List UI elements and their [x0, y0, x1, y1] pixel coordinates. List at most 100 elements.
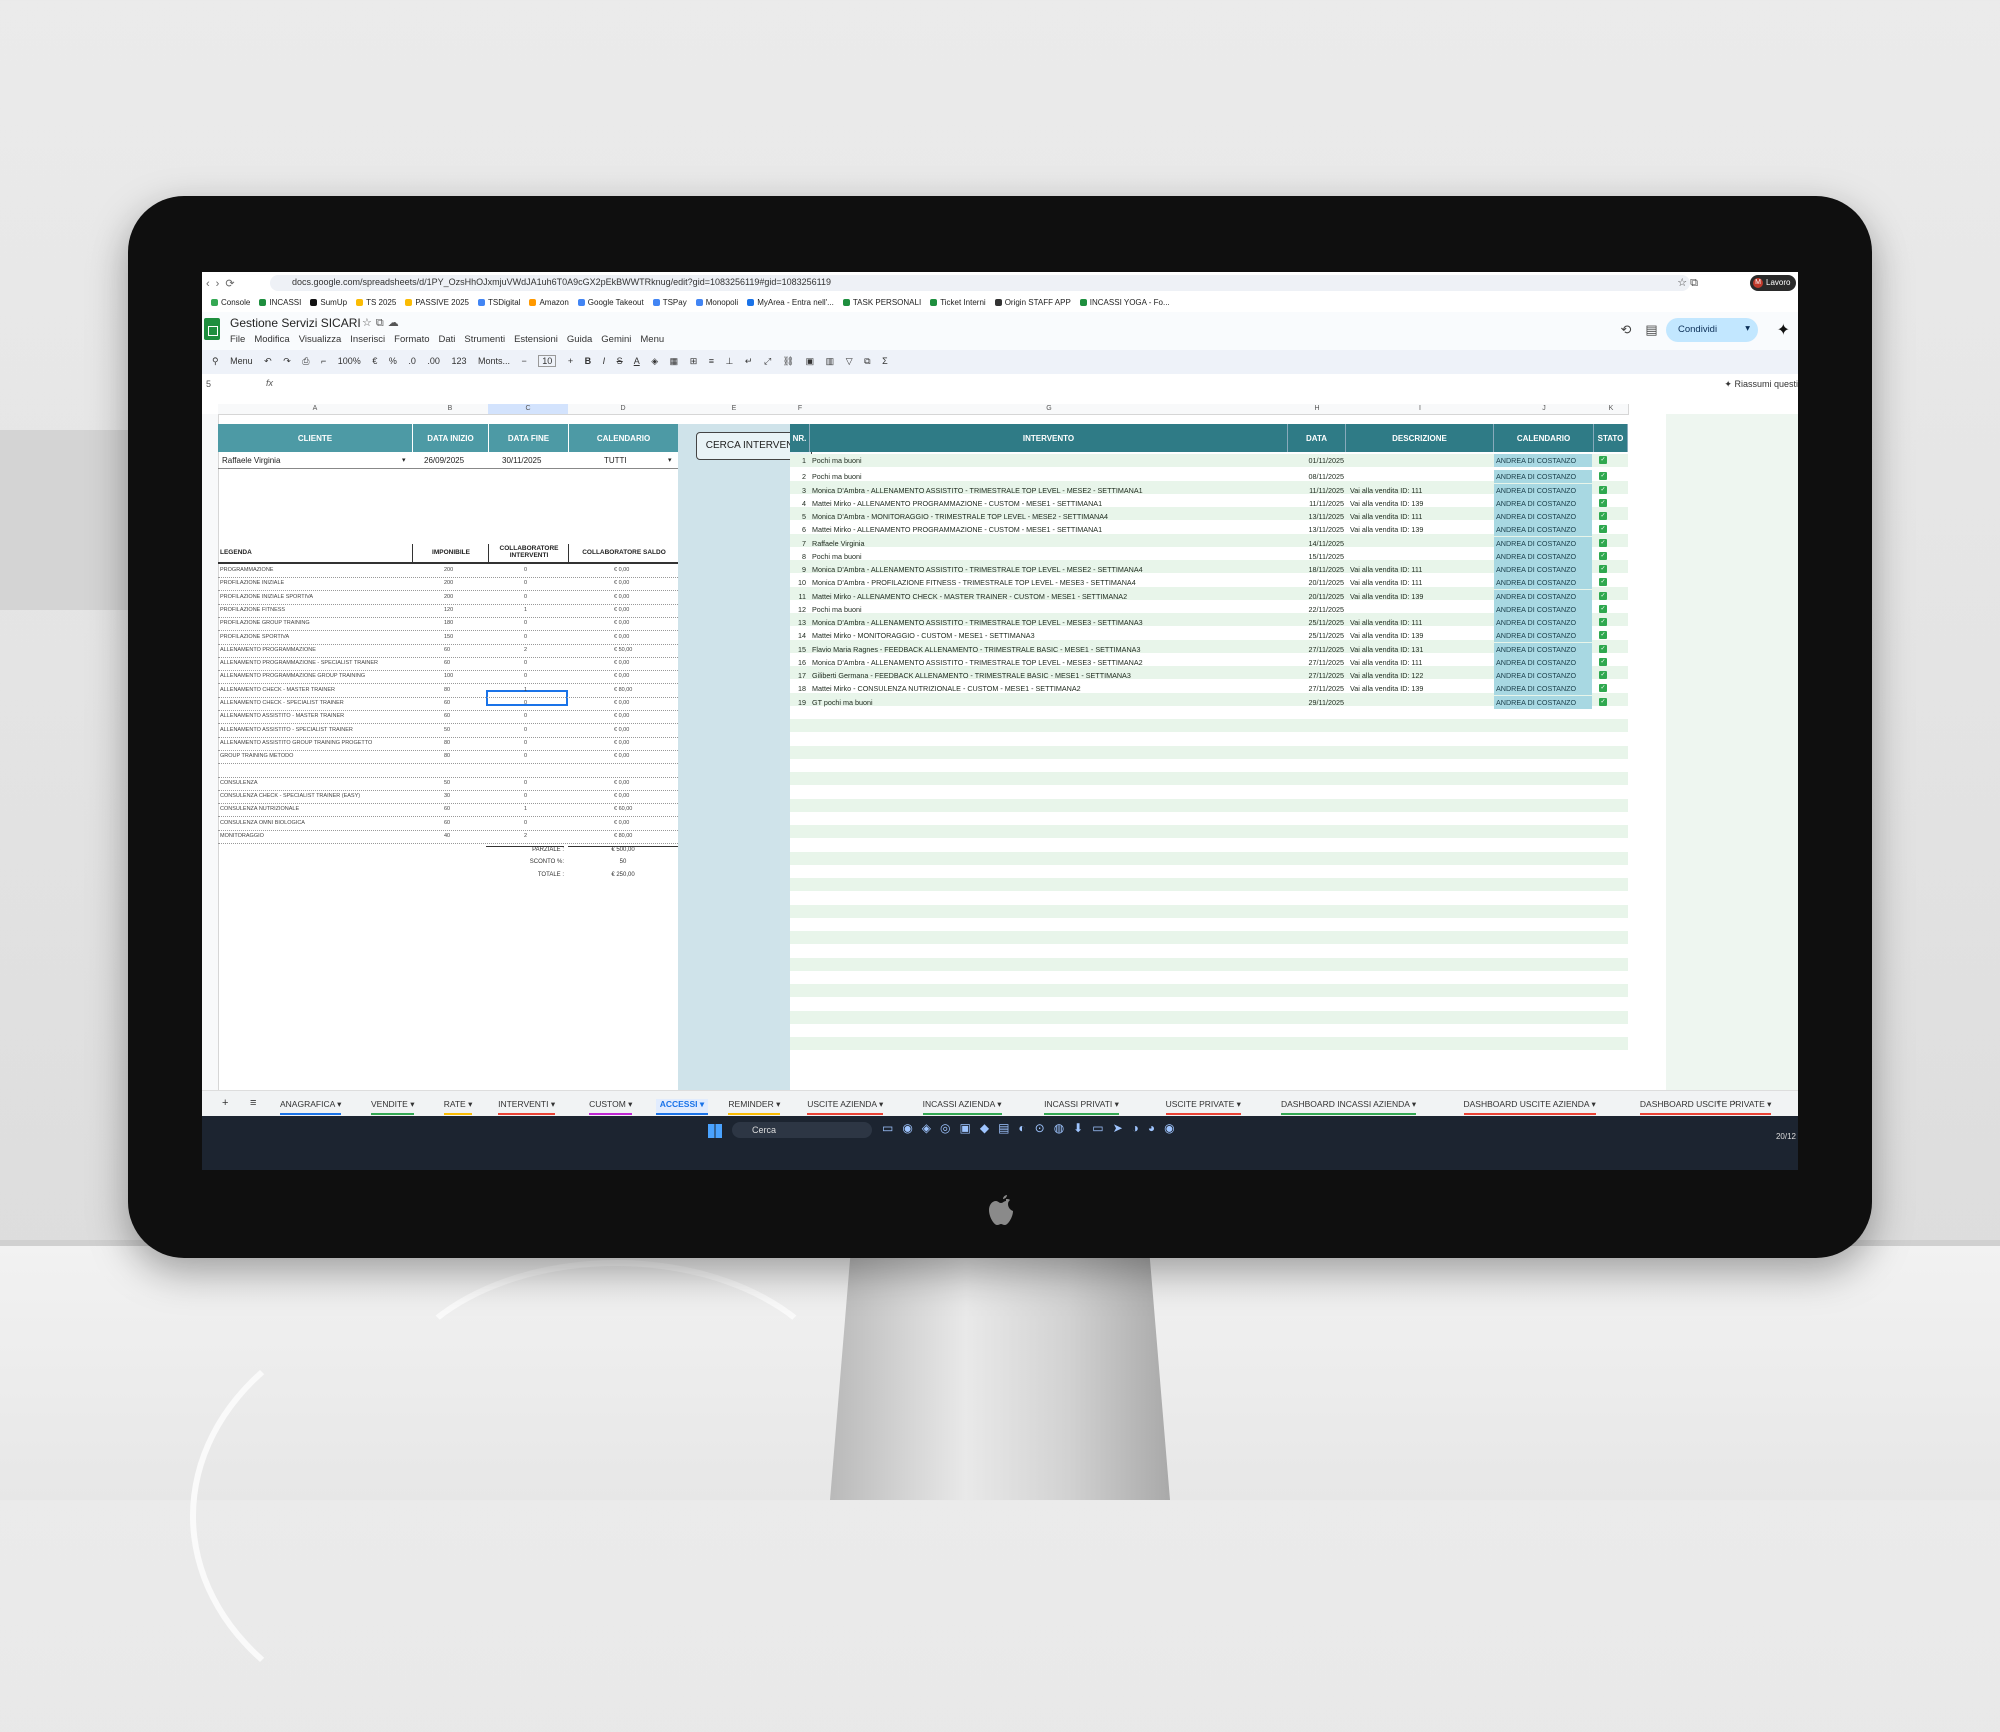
redo-icon[interactable]: ↷ [283, 356, 291, 366]
stato-checkbox-icon[interactable]: ✓ [1599, 644, 1607, 653]
sheet-tab[interactable]: INCASSI AZIENDA ▾ [922, 1099, 1002, 1115]
bookmark-item[interactable]: Google Takeout [577, 298, 644, 307]
font-size-input[interactable]: 10 [538, 355, 557, 367]
stato-checkbox-icon[interactable]: ✓ [1599, 485, 1607, 494]
header-imponibile[interactable]: IMPONIBILE [412, 544, 489, 562]
table-row[interactable]: 1 Pochi ma buoni 01/11/2025 ANDREA DI COSTA… [790, 454, 1628, 467]
header-collaboratore-saldo[interactable]: COLLABORATORE SALDO [568, 544, 679, 562]
stato-checkbox-icon[interactable]: ✓ [1599, 697, 1607, 706]
bold-icon[interactable]: B [585, 356, 592, 366]
header-descrizione[interactable]: DESCRIZIONE [1346, 424, 1494, 452]
bookmark-item[interactable]: TSPay [652, 298, 687, 307]
comment-icon[interactable]: ▣ [806, 356, 815, 366]
table-row[interactable]: 12 Pochi ma buoni 22/11/2025 ANDREA DI COST… [790, 602, 1628, 616]
table-row[interactable]: 3 Monica D'Ambra - ALLENAMENTO ASSISTITO … [790, 483, 1628, 497]
bookmark-item[interactable]: SumUp [310, 298, 347, 307]
font-size-minus-icon[interactable]: − [522, 356, 527, 366]
gemini-icon[interactable]: ✦ [1777, 320, 1790, 340]
search-icon[interactable]: ⚲ [212, 356, 219, 366]
chevron-down-icon[interactable]: ▾ [466, 1099, 472, 1109]
paint-format-icon[interactable]: ⌐ [321, 356, 326, 366]
chart-icon[interactable]: ▥ [826, 356, 835, 366]
stato-checkbox-icon[interactable]: ✓ [1599, 525, 1607, 534]
spreadsheet-grid[interactable]: CLIENTE DATA INIZIO DATA FINE CALENDARIO… [202, 394, 1798, 1090]
sheet-tab[interactable]: CUSTOM ▾ [589, 1099, 633, 1115]
menu-guida[interactable]: Guida [567, 334, 592, 345]
font-size-plus-icon[interactable]: + [568, 356, 573, 366]
stato-checkbox-icon[interactable]: ✓ [1599, 551, 1607, 560]
rotate-icon[interactable]: ⤢ [764, 356, 771, 366]
data-inizio-cell[interactable]: 26/09/2025 [424, 456, 464, 465]
print-icon[interactable]: ⎙ [302, 356, 309, 366]
stato-checkbox-icon[interactable]: ✓ [1599, 565, 1607, 573]
bookmark-item[interactable]: Console [211, 298, 250, 307]
sheet-tab[interactable]: REMINDER ▾ [728, 1099, 781, 1115]
chevron-down-icon[interactable]: ▾ [774, 1099, 780, 1109]
table-row[interactable]: 4 Mattei Mirko - ALLENAMENTO PROGRAMMAZIO… [790, 496, 1628, 510]
menu-search-label[interactable]: Menu [230, 356, 253, 366]
functions-icon[interactable]: Σ [882, 356, 888, 366]
browser-nav-buttons[interactable]: ‹›⟳ [206, 277, 241, 290]
menu-gemini[interactable]: Gemini [601, 334, 631, 345]
chevron-down-icon[interactable]: ▾ [402, 456, 406, 464]
bookmark-star-icon[interactable]: ☆ ⧉ [1677, 276, 1698, 290]
all-sheets-icon[interactable]: ≡ [250, 1097, 256, 1109]
sheet-tab[interactable]: ANAGRAFICA ▾ [280, 1099, 342, 1115]
table-row[interactable]: 13 Monica D'Ambra - ALLENAMENTO ASSISTITO… [790, 616, 1628, 629]
sheet-tab[interactable]: RATE ▾ [443, 1099, 473, 1115]
chevron-down-icon[interactable]: ▾ [1112, 1099, 1119, 1109]
font-select[interactable]: Monts... [478, 356, 510, 366]
sheet-tab[interactable]: VENDITE ▾ [371, 1099, 415, 1115]
sheet-tab[interactable]: INCASSI PRIVATI ▾ [1044, 1099, 1119, 1115]
column-header-g[interactable]: G [810, 404, 1289, 415]
windows-start-icon[interactable] [708, 1124, 722, 1138]
table-row[interactable]: 18 Mattei Mirko - CONSULENZA NUTRIZIONALE… [790, 682, 1628, 696]
sheet-tab[interactable]: ACCESSI ▾ [655, 1099, 709, 1115]
chevron-down-icon[interactable]: ▾ [995, 1099, 1001, 1109]
column-header-d[interactable]: D [568, 404, 679, 415]
row-headers[interactable] [202, 414, 219, 1090]
header-legenda[interactable]: LEGENDA [220, 544, 370, 562]
sheets-logo-icon[interactable] [204, 318, 220, 340]
address-bar[interactable]: docs.google.com/spreadsheets/d/1PY_OzsHh… [270, 275, 1690, 291]
table-row[interactable]: 19 GT pochi ma buoni 29/11/2025 ANDREA DI C… [790, 695, 1628, 709]
taskbar-search[interactable]: Cerca [732, 1122, 872, 1138]
menu-strumenti[interactable]: Strumenti [464, 334, 505, 345]
table-row[interactable]: 17 Giliberti Germana - FEEDBACK ALLENAMEN… [790, 669, 1628, 682]
table-row[interactable]: 11 Mattei Mirko - ALLENAMENTO CHECK - MAS… [790, 589, 1628, 603]
chevron-down-icon[interactable]: ▾ [626, 1099, 632, 1109]
header-cliente[interactable]: CLIENTE [218, 424, 412, 452]
stato-checkbox-icon[interactable]: ✓ [1599, 498, 1607, 507]
sheet-tab[interactable]: DASHBOARD INCASSI AZIENDA ▾ [1281, 1099, 1417, 1115]
chevron-down-icon[interactable]: ▾ [668, 456, 672, 464]
header-calendario[interactable]: CALENDARIO [568, 424, 678, 452]
table-row[interactable]: 9 Monica D'Ambra - ALLENAMENTO ASSISTITO … [790, 563, 1628, 576]
chevron-down-icon[interactable]: ▾ [1765, 1099, 1771, 1109]
menu-modifica[interactable]: Modifica [254, 334, 289, 345]
table-row[interactable]: 10 Monica D'Ambra - PROFILAZIONE FITNESS … [790, 576, 1628, 590]
header-data[interactable]: DATA [1288, 424, 1346, 452]
sheet-tab[interactable]: USCITE PRIVATE ▾ [1165, 1099, 1241, 1115]
stato-checkbox-icon[interactable]: ✓ [1599, 578, 1607, 587]
column-header-h[interactable]: H [1288, 404, 1347, 415]
add-sheet-icon[interactable]: + [222, 1097, 228, 1109]
column-header-b[interactable]: B [412, 404, 489, 415]
doc-title[interactable]: Gestione Servizi SICARI [230, 316, 361, 330]
align-icon[interactable]: ≡ [709, 356, 714, 366]
bookmark-item[interactable]: PASSIVE 2025 [405, 298, 469, 307]
filter-views-icon[interactable]: ⧉ [864, 356, 870, 366]
table-row[interactable]: 14 Mattei Mirko - MONITORAGGIO - CUSTOM -… [790, 629, 1628, 643]
column-header-j[interactable]: J [1494, 404, 1595, 415]
sheet-tab[interactable]: USCITE AZIENDA ▾ [807, 1099, 884, 1115]
column-header-c[interactable]: C [488, 404, 569, 415]
borders-icon[interactable]: ▦ [670, 356, 679, 366]
doc-title-icons[interactable]: ☆⧉☁ [362, 316, 403, 330]
stato-checkbox-icon[interactable]: ✓ [1599, 538, 1607, 547]
menu-visualizza[interactable]: Visualizza [299, 334, 342, 345]
bookmark-item[interactable]: TASK PERSONALI [842, 298, 921, 307]
merge-cells-icon[interactable]: ⊞ [690, 356, 698, 366]
chevron-down-icon[interactable]: ▾ [335, 1099, 341, 1109]
filter-icon[interactable]: ▽ [846, 356, 853, 366]
table-row[interactable]: 16 Monica D'Ambra - ALLENAMENTO ASSISTITO… [790, 655, 1628, 669]
stato-checkbox-icon[interactable]: ✓ [1599, 512, 1607, 520]
